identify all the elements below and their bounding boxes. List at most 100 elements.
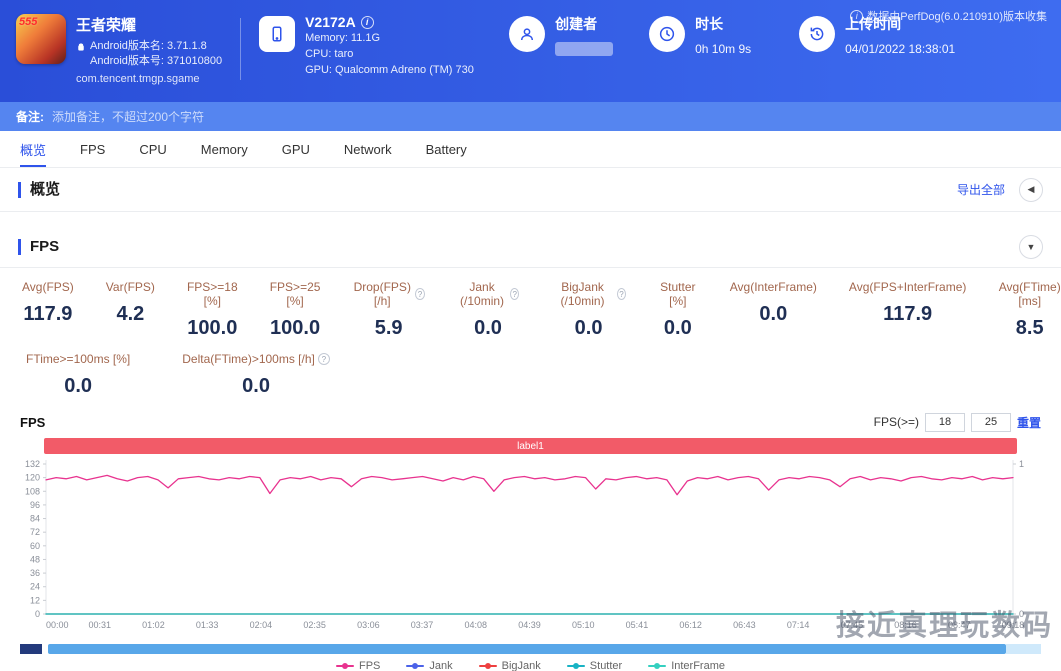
stat-value: 0.0 (574, 317, 603, 339)
svg-text:04:08: 04:08 (465, 620, 488, 630)
legend-item-jank[interactable]: Jank (406, 660, 453, 671)
app-name: 王者荣耀 (76, 17, 137, 34)
stat-label: FPS>=18 [%] (186, 280, 238, 308)
tab-概览[interactable]: 概览 (20, 131, 47, 167)
legend-marker (648, 663, 667, 669)
svg-text:0: 0 (35, 609, 40, 619)
fps-threshold-label: FPS(>=) (873, 415, 919, 429)
stat-info-icon[interactable]: ? (510, 288, 520, 300)
fps-threshold-low-input[interactable]: 18 (924, 412, 965, 432)
stat-label: Avg(FPS+InterFrame) (848, 280, 967, 294)
export-all-link[interactable]: 导出全部 (957, 181, 1005, 198)
svg-text:108: 108 (25, 486, 40, 496)
svg-text:48: 48 (30, 554, 40, 564)
fps-stats-row-2: FTime>=100ms [%] 0.0 Delta(FTime)>100ms [/… (22, 352, 1061, 398)
scrollbar-thumb[interactable] (48, 644, 1006, 654)
legend-marker (478, 663, 497, 669)
stat-label: Avg(FPS) (22, 280, 74, 294)
stat-label: Delta(FTime)>100ms [/h]? (182, 352, 330, 366)
tab-Battery[interactable]: Battery (426, 131, 467, 167)
fps-line-chart[interactable]: 0 12 24 36 48 60 72 84 96 108 120 132 0 1 00:00 00:31 01… (20, 456, 1041, 636)
tab-GPU[interactable]: GPU (282, 131, 310, 167)
tab-CPU[interactable]: CPU (139, 131, 166, 167)
stat-jank-10min-: Jank (/10min)? 0.0 (457, 280, 520, 340)
stat-value: 0.0 (759, 303, 788, 325)
info-icon: i (850, 9, 864, 23)
scrollbar-track[interactable] (1006, 644, 1041, 654)
fps-threshold-controls: FPS(>=) 18 25 重置 (873, 412, 1041, 432)
threshold-reset-button[interactable]: 重置 (1017, 414, 1041, 431)
chart-legend: FPS Jank BigJank Stutter InterFrame (20, 660, 1041, 671)
svg-text:00:31: 00:31 (88, 620, 111, 630)
fps-threshold-high-input[interactable]: 25 (970, 412, 1011, 432)
svg-text:03:37: 03:37 (411, 620, 434, 630)
svg-text:05:41: 05:41 (626, 620, 649, 630)
svg-text:01:33: 01:33 (196, 620, 219, 630)
stat-delta-ftime-100ms-h-: Delta(FTime)>100ms [/h]? 0.0 (182, 352, 330, 398)
overview-section-header: 概览 导出全部 ◀ (0, 168, 1061, 212)
svg-text:00:00: 00:00 (46, 620, 69, 630)
stat-info-icon[interactable]: ? (616, 288, 626, 300)
stat-var-fps-: Var(FPS) 4.2 (106, 280, 155, 340)
chart-horizontal-scrollbar[interactable] (20, 644, 1041, 654)
legend-label: InterFrame (671, 660, 725, 671)
device-cpu: CPU: taro (305, 48, 354, 60)
tab-FPS[interactable]: FPS (80, 131, 105, 167)
svg-text:08:16: 08:16 (894, 620, 917, 630)
svg-text:07:45: 07:45 (841, 620, 864, 630)
chart-label-banner: label1 (44, 438, 1017, 454)
stat-fps-18-: FPS>=18 [%] 100.0 (187, 280, 238, 340)
stat-value: 0.0 (663, 317, 692, 339)
legend-item-stutter[interactable]: Stutter (566, 660, 623, 671)
svg-text:05:10: 05:10 (572, 620, 595, 630)
stat-info-icon[interactable]: ? (317, 353, 330, 365)
tab-Network[interactable]: Network (344, 131, 392, 167)
legend-label: Stutter (589, 660, 623, 671)
legend-label: Jank (429, 660, 453, 671)
fps-stats: Avg(FPS) 117.9 Var(FPS) 4.2 FPS>=18 [%] 100.0… (0, 268, 1061, 404)
device-model: V2172A (305, 14, 356, 30)
legend-item-fps[interactable]: FPS (336, 660, 380, 671)
stat-value: 117.9 (883, 303, 933, 325)
device-memory: Memory: 11.1G (305, 32, 381, 44)
svg-text:08:47: 08:47 (948, 620, 971, 630)
svg-text:06:12: 06:12 (679, 620, 702, 630)
stat-stutter-: Stutter [%] 0.0 (658, 280, 698, 340)
stat-bigjank-10min-: BigJank (/10min)? 0.0 (551, 280, 626, 340)
svg-text:06:43: 06:43 (733, 620, 756, 630)
stat-value: 100.0 (187, 317, 238, 339)
creator-label: 创建者 (555, 16, 598, 32)
collect-source-note: i 数据由PerfDog(6.0.210910)版本收集 (850, 8, 1047, 24)
svg-text:03:06: 03:06 (357, 620, 380, 630)
svg-text:132: 132 (25, 459, 40, 469)
app-icon-badge: 555 (19, 16, 38, 28)
app-info-block: 555 王者荣耀 Android版本名: 3.71.1.8 Android版本号… (16, 14, 222, 85)
legend-item-bigjank[interactable]: BigJank (478, 660, 541, 671)
collapse-down-button[interactable]: ▼ (1019, 234, 1043, 259)
tab-Memory[interactable]: Memory (201, 131, 248, 167)
collapse-left-button[interactable]: ◀ (1019, 177, 1043, 202)
creator-block: 创建者 (509, 14, 649, 56)
svg-text:72: 72 (30, 527, 40, 537)
svg-text:09:18: 09:18 (1002, 620, 1025, 630)
device-info-icon[interactable]: i (360, 15, 374, 29)
app-version-code: Android版本号: 371010800 (90, 55, 223, 67)
app-package: com.tencent.tmgp.sgame (76, 73, 200, 85)
svg-text:84: 84 (30, 514, 40, 524)
legend-item-interframe[interactable]: InterFrame (648, 660, 725, 671)
stat-label: Avg(FTime) [ms] (998, 280, 1061, 308)
legend-label: BigJank (501, 660, 541, 671)
stat-value: 5.9 (374, 317, 403, 339)
creator-avatar-icon (509, 16, 546, 52)
stat-label: FTime>=100ms [%] (26, 352, 131, 366)
stat-avg-fps-interframe-: Avg(FPS+InterFrame) 117.9 (849, 280, 966, 340)
stat-value: 117.9 (23, 303, 73, 325)
upload-time-value: 04/01/2022 18:38:01 (845, 42, 956, 56)
fps-section-header: FPS ▼ (0, 212, 1061, 268)
report-header: 555 王者荣耀 Android版本名: 3.71.1.8 Android版本号… (0, 0, 1061, 102)
device-info-block: V2172A i Memory: 11.1G CPU: taro GPU: Qu… (259, 14, 509, 78)
stat-label: Stutter [%] (660, 280, 696, 308)
note-input-placeholder[interactable]: 添加备注，不超过200个字符 (52, 108, 204, 125)
stat-info-icon[interactable]: ? (415, 288, 425, 300)
stat-value: 8.5 (1015, 317, 1044, 339)
